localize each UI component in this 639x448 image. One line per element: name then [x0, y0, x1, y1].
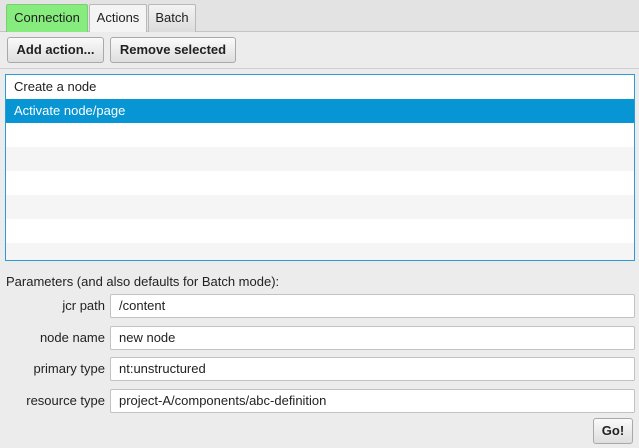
parameters-title: Parameters (and also defaults for Batch … [6, 274, 280, 289]
list-empty-row [6, 123, 634, 147]
tab-connection[interactable]: Connection [6, 4, 88, 32]
node-name-label: node name [39, 330, 105, 345]
remove-selected-button[interactable]: Remove selected [110, 37, 236, 63]
resource-type-label: resource type [26, 393, 105, 408]
actions-toolbar: Add action... Remove selected [0, 32, 639, 69]
list-empty-row [6, 219, 634, 243]
actions-list[interactable]: Create a node Activate node/page [5, 74, 635, 261]
primary-type-input[interactable]: nt:unstructured [110, 357, 635, 381]
list-item-activate-node[interactable]: Activate node/page [6, 99, 634, 123]
list-empty-row [6, 171, 634, 195]
list-empty-row [6, 243, 634, 260]
go-button[interactable]: Go! [593, 418, 633, 444]
resource-type-input[interactable]: project-A/components/abc-definition [110, 389, 635, 413]
tab-bar: Connection Actions Batch [0, 0, 639, 33]
list-empty-row [6, 195, 634, 219]
add-action-button[interactable]: Add action... [7, 37, 104, 63]
list-empty-row [6, 147, 634, 171]
tab-batch[interactable]: Batch [148, 4, 196, 32]
primary-type-label: primary type [33, 361, 105, 376]
jcr-path-input[interactable]: /content [110, 294, 635, 318]
node-name-input[interactable]: new node [110, 326, 635, 350]
jcr-path-label: jcr path [62, 298, 105, 313]
list-item-create-node[interactable]: Create a node [6, 75, 634, 99]
app-window: Connection Actions Batch Add action... R… [0, 0, 639, 448]
tab-actions[interactable]: Actions [89, 4, 147, 33]
